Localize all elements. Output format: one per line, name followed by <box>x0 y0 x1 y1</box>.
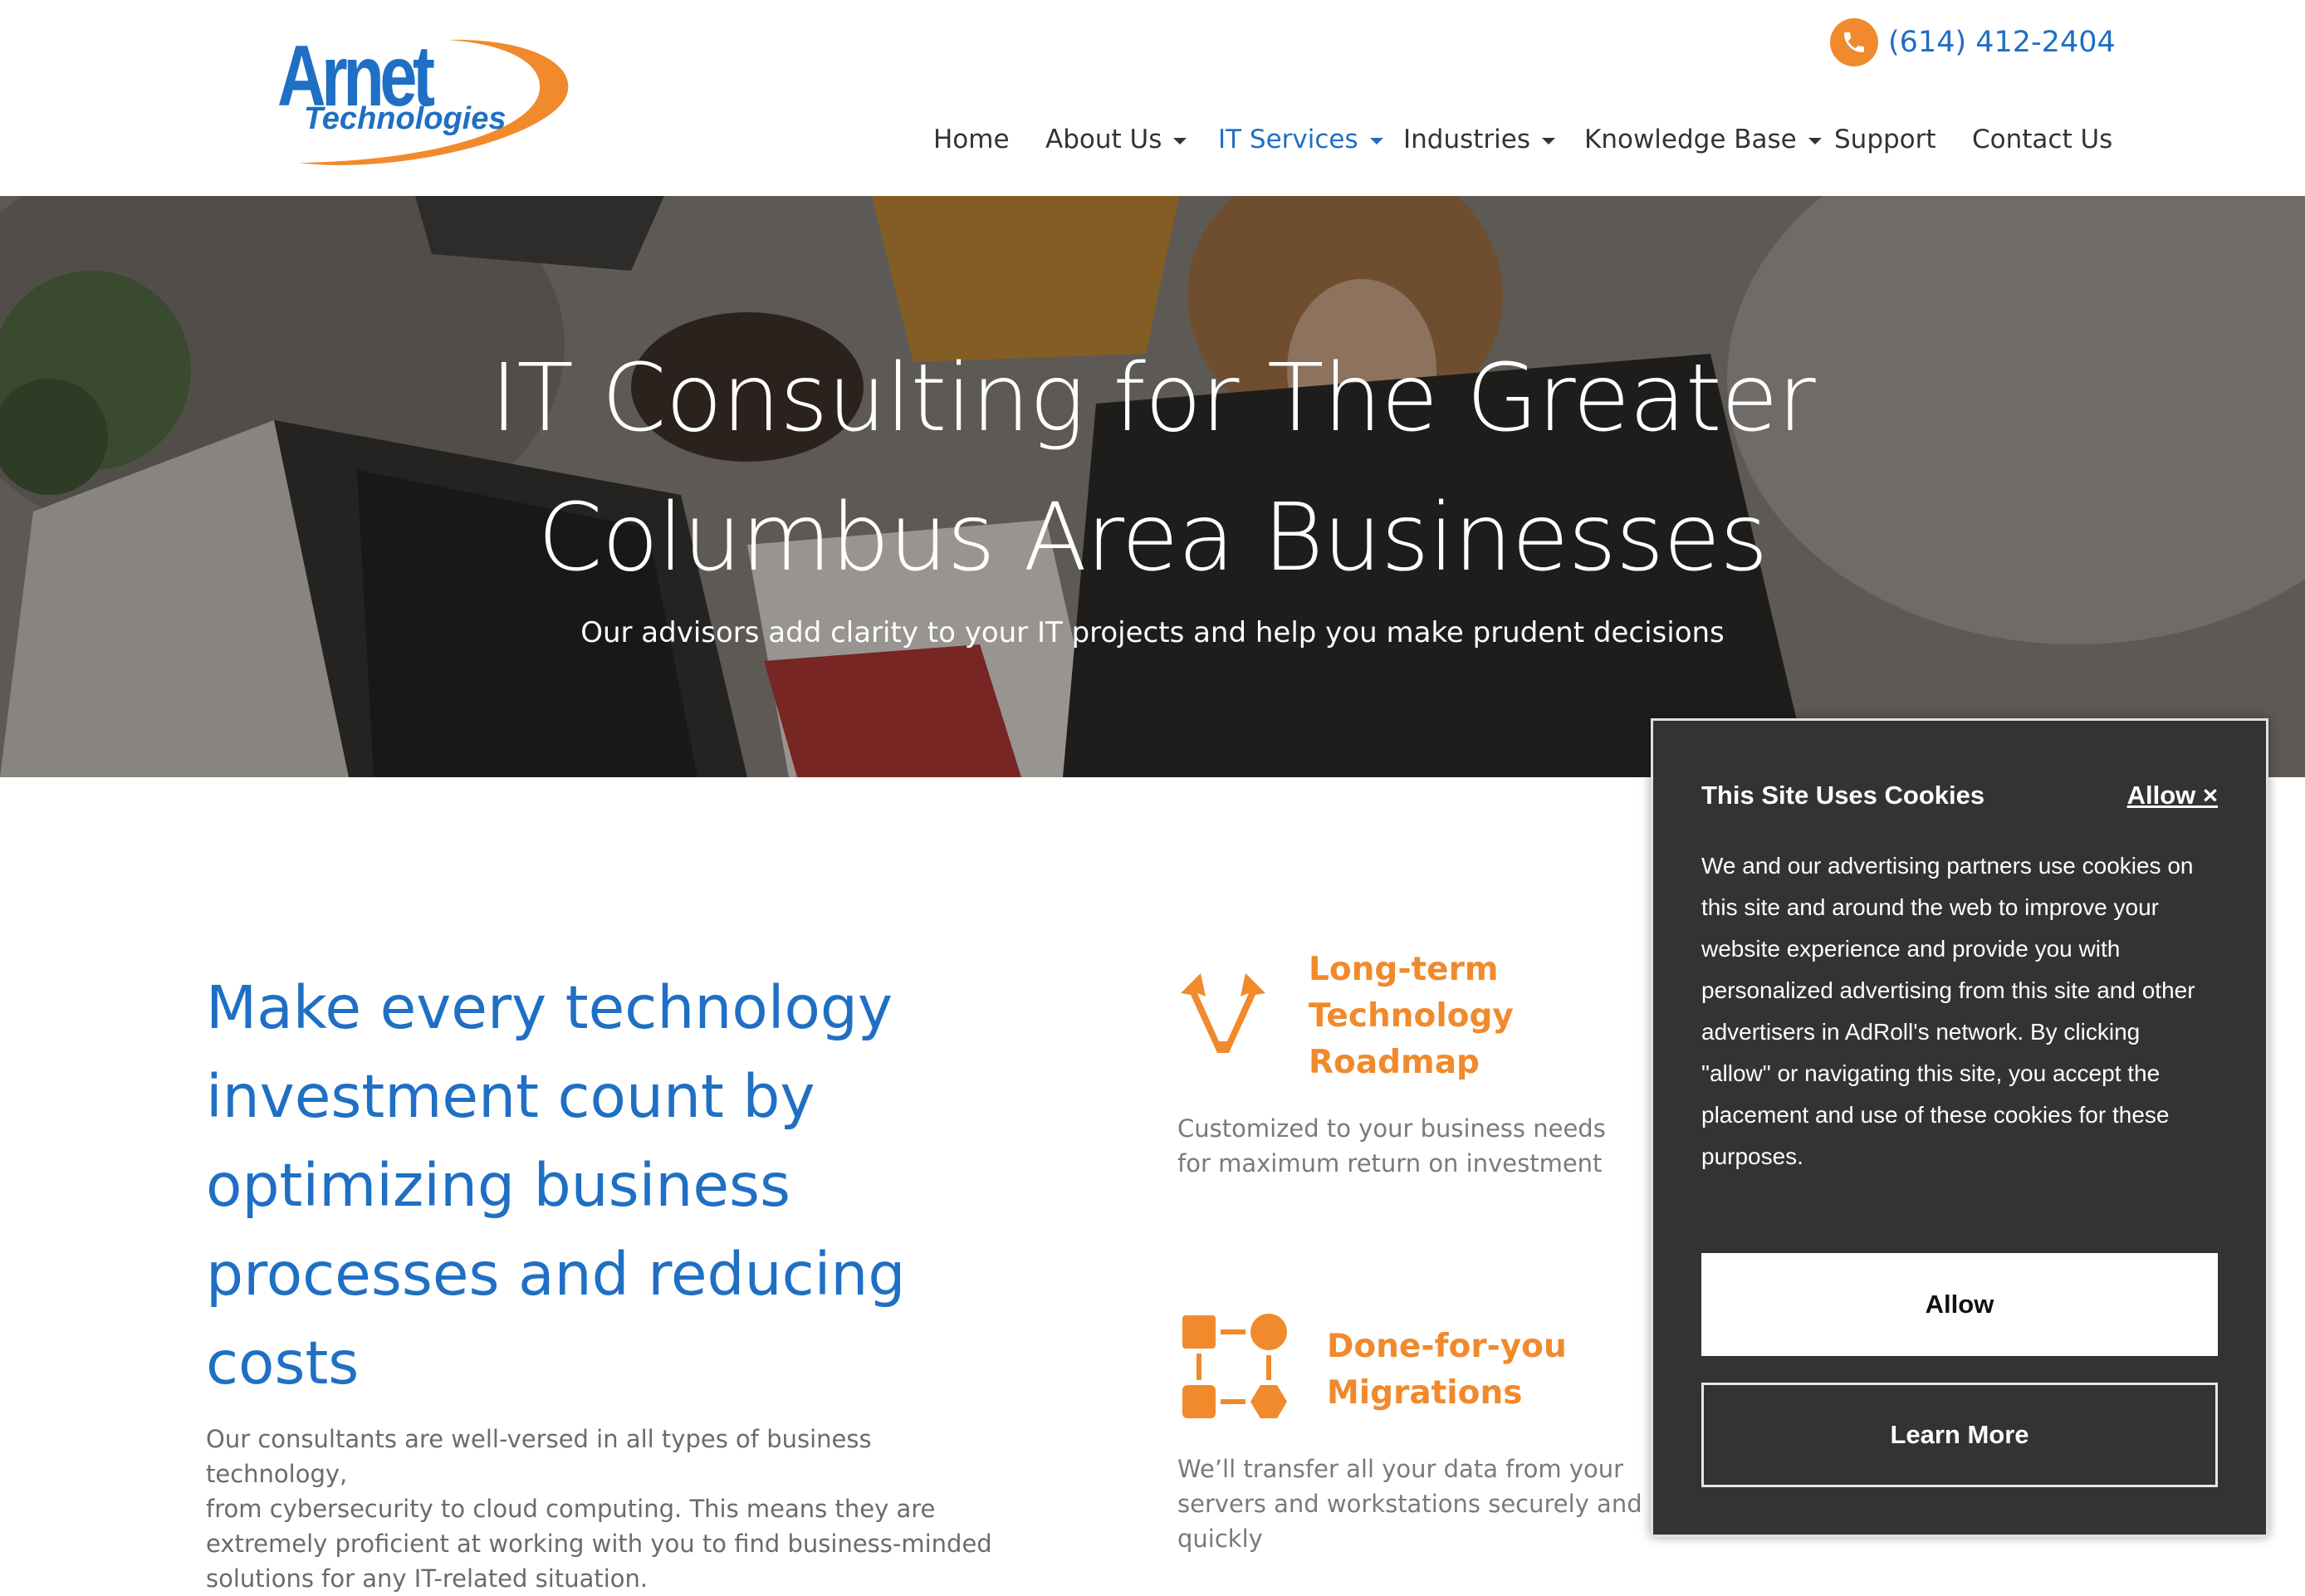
heading-line: Make every technology <box>206 973 893 1042</box>
phone-number: (614) 412-2404 <box>1888 26 2116 59</box>
section-heading: Make every technology investment count b… <box>206 963 995 1408</box>
phone-link[interactable]: (614) 412-2404 <box>1830 18 2116 66</box>
paragraph-line: solutions for any IT-related situation. <box>206 1564 648 1593</box>
nav-industries[interactable]: Industries <box>1403 120 1556 159</box>
roadmap-arrows-icon <box>1177 972 1269 1055</box>
nav-contact-us-label: Contact Us <box>1972 125 2113 154</box>
chevron-down-icon <box>1173 138 1187 144</box>
cookie-learn-more-button[interactable]: Learn More <box>1701 1383 2218 1487</box>
feature-text-line: servers and workstations securely and <box>1177 1490 1642 1518</box>
nav-it-services-label: IT Services <box>1218 125 1358 154</box>
feature-title-line: Migrations <box>1327 1374 1523 1412</box>
hero-title-line-2: Columbus Area Businesses <box>537 484 1769 592</box>
nav-support-label: Support <box>1834 125 1936 154</box>
hero-title: IT Consulting for The Greater Columbus A… <box>405 329 1900 608</box>
section-paragraph: Our consultants are well-versed in all t… <box>206 1422 995 1596</box>
heading-line: processes and reducing <box>206 1240 906 1309</box>
feature-title-line: Roadmap <box>1309 1044 1480 1081</box>
nav-industries-label: Industries <box>1403 125 1531 154</box>
chevron-down-icon <box>1542 138 1556 144</box>
chevron-down-icon <box>1808 138 1822 144</box>
feature-text-line: quickly <box>1177 1525 1263 1553</box>
nav-about-us-label: About Us <box>1045 125 1162 154</box>
nav-knowledge-base-label: Knowledge Base <box>1584 125 1797 154</box>
cookie-body-line: We and our advertising partners use cook… <box>1701 853 2194 879</box>
paragraph-line: from cybersecurity to cloud computing. T… <box>206 1495 936 1523</box>
site-header: Arnet Technologies (614) 412-2404 Home A… <box>0 0 2305 196</box>
main-nav: Home About Us IT Services Industries Kno… <box>0 120 2305 159</box>
feature-text-migrations: We’ll transfer all your data from your s… <box>1177 1452 1642 1556</box>
cookie-body-line: placement and use of these cookies for t… <box>1701 1102 2170 1128</box>
hero-subtitle: Our advisors add clarity to your IT proj… <box>580 616 1725 649</box>
nav-about-us[interactable]: About Us <box>1045 120 1187 159</box>
cookie-body-line: personalized advertising from this site … <box>1701 977 2195 1003</box>
cookie-body-line: this site and around the web to improve … <box>1701 894 2159 920</box>
feature-text-line: for maximum return on investment <box>1177 1149 1603 1177</box>
nav-knowledge-base[interactable]: Knowledge Base <box>1584 120 1822 159</box>
heading-line: costs <box>206 1329 360 1398</box>
feature-title-roadmap: Long-term Technology Roadmap <box>1309 947 1514 1086</box>
hero-banner: IT Consulting for The Greater Columbus A… <box>0 196 2305 777</box>
feature-title-line: Long-term <box>1309 951 1499 988</box>
phone-icon <box>1830 18 1878 66</box>
feature-title-line: Done-for-you <box>1327 1328 1567 1365</box>
feature-text-line: Customized to your business needs <box>1177 1114 1606 1143</box>
cookie-title: This Site Uses Cookies <box>1701 781 1985 810</box>
feature-text-roadmap: Customized to your business needs for ma… <box>1177 1111 1606 1181</box>
cookie-body-line: purposes. <box>1701 1143 1803 1169</box>
hero-title-line-1: IT Consulting for The Greater <box>490 345 1815 453</box>
cookie-allow-button[interactable]: Allow <box>1701 1253 2218 1356</box>
feature-title-migrations: Done-for-you Migrations <box>1327 1324 1567 1417</box>
nav-support[interactable]: Support <box>1834 120 1936 159</box>
migration-flow-icon <box>1181 1312 1289 1422</box>
nav-it-services[interactable]: IT Services <box>1218 120 1383 159</box>
cookie-body-text: We and our advertising partners use cook… <box>1701 845 2224 1177</box>
cookie-consent-dialog: This Site Uses Cookies Allow × We and ou… <box>1651 718 2268 1537</box>
cookie-body-line: "allow" or navigating this site, you acc… <box>1701 1060 2161 1086</box>
feature-text-line: We’ll transfer all your data from your <box>1177 1455 1624 1483</box>
heading-line: optimizing business <box>206 1151 791 1220</box>
cookie-body-line: website experience and provide you with <box>1701 936 2121 962</box>
cookie-body-line: advertisers in AdRoll's network. By clic… <box>1701 1019 2141 1045</box>
nav-home[interactable]: Home <box>933 120 1010 159</box>
feature-title-line: Technology <box>1309 997 1514 1035</box>
chevron-down-icon <box>1369 138 1383 144</box>
nav-contact-us[interactable]: Contact Us <box>1972 120 2112 159</box>
paragraph-line: extremely proficient at working with you… <box>206 1530 992 1558</box>
nav-home-label: Home <box>933 125 1010 154</box>
paragraph-line: Our consultants are well-versed in all t… <box>206 1425 872 1488</box>
cookie-close-allow-link[interactable]: Allow × <box>2127 781 2218 810</box>
heading-line: investment count by <box>206 1062 815 1131</box>
